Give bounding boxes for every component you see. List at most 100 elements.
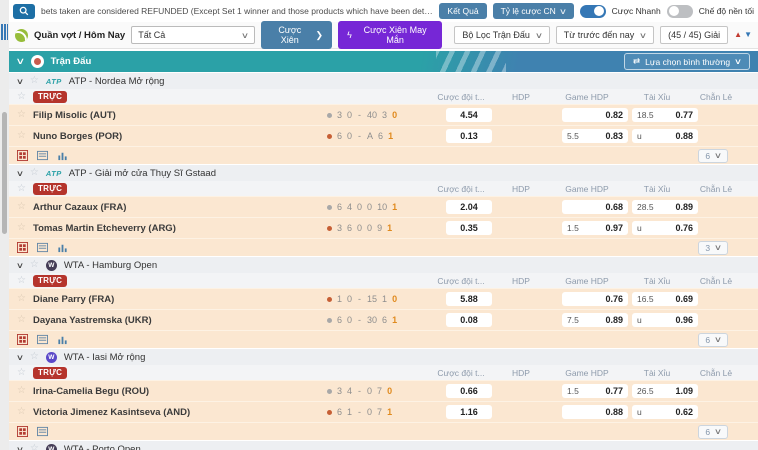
player-row: ☆ Dayana Yastremska (UKR) 6 0-30 6 1 0.08 7.5 0.… [9,309,758,330]
odds-column-headers: Cược đội t... HDP Game HDP Tài Xỉu Chẵn Lẻ [430,276,742,286]
parlay-button[interactable]: Cược Xiên ❯ [261,21,333,49]
league-count-chip[interactable]: (45 / 45) Giải [660,26,729,44]
game-hdp-odds-button[interactable]: 0.88 [562,405,628,419]
favorite-star-icon[interactable]: ☆ [17,386,26,396]
game-hdp-odds-button[interactable]: 0.68 [562,200,628,214]
tennis-ball-icon [15,28,28,42]
match-filter-dropdown[interactable]: Bộ Lọc Trận Đấu ∨ [454,26,550,44]
chevron-down-icon[interactable]: ∨ [16,445,24,450]
all-filter-dropdown[interactable]: Tất Cả ∨ [131,26,256,44]
bet-grid-icon[interactable] [17,334,28,345]
league-header[interactable]: ∨ ☆ ATP ATP - Nordea Mở rộng [9,73,758,89]
chevron-down-icon[interactable]: ∨ [16,77,24,86]
moneyline-odds-button[interactable]: 2.04 [446,200,492,214]
results-button[interactable]: Kết Quả [439,3,487,19]
over-under-odds-button[interactable]: u 0.76 [632,221,698,235]
game-hdp-odds-button[interactable]: 1.5 0.97 [562,221,628,235]
over-under-odds-button[interactable]: u 0.62 [632,405,698,419]
lucky-parlay-button[interactable]: ϟ Cược Xiên May Mắn [338,21,443,49]
league-name: ATP - Giải mở cửa Thụy Sĩ Gstaad [68,167,217,179]
favorite-star-icon[interactable]: ☆ [30,444,39,450]
over-under-odds-button[interactable]: 18.5 0.77 [632,108,698,122]
over-under-odds-button[interactable]: 28.5 0.89 [632,200,698,214]
score-value: - [358,407,362,417]
moneyline-odds-button[interactable]: 0.13 [446,129,492,143]
league-header[interactable]: ∨ ☆ W WTA - Porto Open [9,441,758,450]
sort-leagues-icon[interactable]: ▲ ▼ [734,31,752,39]
serve-indicator-icon [327,409,332,415]
game-hdp-odds-button[interactable]: 7.5 0.89 [562,313,628,327]
favorite-star-icon[interactable]: ☆ [30,352,39,362]
odds-columns: 5.88 0.76 16.5 0.69 [438,292,750,306]
quick-bet-toggle[interactable] [579,4,606,18]
favorite-star-icon[interactable]: ☆ [17,294,26,304]
favorite-star-icon[interactable]: ☆ [17,223,26,233]
serve-indicator-icon [327,133,332,139]
moneyline-odds-button[interactable]: 0.66 [446,384,492,398]
score-value: 0 [347,110,353,120]
score-value: - [358,294,362,304]
moneyline-odds-button[interactable]: 0.35 [446,221,492,235]
moneyline-odds-button[interactable]: 0.08 [446,313,492,327]
game-hdp-odds-button[interactable]: 0.82 [562,108,628,122]
search-button[interactable] [13,3,35,19]
favorite-star-icon[interactable]: ☆ [17,91,26,102]
over-under-odds-button[interactable]: 16.5 0.69 [632,292,698,306]
more-bets-button[interactable]: 6 ∨ [698,424,728,439]
bar-chart-icon[interactable] [57,334,68,345]
league-header[interactable]: ∨ ☆ W WTA - Hamburg Open [9,257,758,273]
favorite-star-icon[interactable]: ☆ [30,76,39,86]
league-logo-icon: ATP [45,168,62,178]
favorite-star-icon[interactable]: ☆ [17,275,26,286]
bet-grid-icon[interactable] [17,150,28,161]
chevron-down-icon: ∨ [241,30,250,40]
time-filter-dropdown[interactable]: Từ trước đến nay ∨ [555,26,655,44]
chevron-down-icon[interactable]: ∨ [16,353,24,362]
more-bets-button[interactable]: 3 ∨ [698,240,728,255]
toggle-knob [668,6,679,16]
bet-grid-icon[interactable] [17,242,28,253]
favorite-star-icon[interactable]: ☆ [17,315,26,325]
chevron-down-icon[interactable]: ∨ [15,56,25,67]
chevron-down-icon[interactable]: ∨ [16,261,24,270]
odds-type-dropdown[interactable]: Tỷ lệ cược CN ∨ [492,3,574,19]
stats-list-icon[interactable] [37,242,48,253]
favorite-star-icon[interactable]: ☆ [17,407,26,417]
game-hdp-odds: 0.97 [605,223,623,233]
game-hdp-odds-button[interactable]: 5.5 0.83 [562,129,628,143]
favorite-star-icon[interactable]: ☆ [17,131,26,141]
left-scrollbar[interactable] [0,0,9,450]
stats-list-icon[interactable] [37,426,48,437]
over-under-odds: 0.76 [675,223,693,233]
column-header: Tài Xỉu [643,183,671,194]
chevron-down-icon[interactable]: ∨ [16,169,24,178]
over-under-odds-button[interactable]: 26.5 1.09 [632,384,698,398]
favorite-star-icon[interactable]: ☆ [17,367,26,378]
more-bets-button[interactable]: 6 ∨ [698,332,728,347]
moneyline-odds-button[interactable]: 1.16 [446,405,492,419]
game-hdp-odds-button[interactable]: 0.76 [562,292,628,306]
favorite-star-icon[interactable]: ☆ [17,202,26,212]
favorite-star-icon[interactable]: ☆ [30,260,39,270]
column-header: Cược đội t... [437,91,485,102]
game-hdp-odds-button[interactable]: 1.5 0.77 [562,384,628,398]
scrollbar-thumb[interactable] [2,112,7,234]
favorite-star-icon[interactable]: ☆ [30,168,39,178]
league-header[interactable]: ∨ ☆ W WTA - Iasi Mở rộng [9,349,758,365]
more-bets-button[interactable]: 6 ∨ [698,148,728,163]
bar-chart-icon[interactable] [57,150,68,161]
dark-mode-toggle[interactable] [666,4,693,18]
favorite-star-icon[interactable]: ☆ [17,183,26,194]
moneyline-odds-button[interactable]: 4.54 [446,108,492,122]
stats-list-icon[interactable] [37,334,48,345]
over-under-odds-button[interactable]: u 0.88 [632,129,698,143]
bet-grid-icon[interactable] [17,426,28,437]
league-header[interactable]: ∨ ☆ ATP ATP - Giải mở cửa Thụy Sĩ Gstaad [9,165,758,181]
favorite-star-icon[interactable]: ☆ [17,110,26,120]
view-mode-dropdown[interactable]: ⇄ Lựa chọn bình thường ∨ [624,53,750,70]
over-under-odds-button[interactable]: u 0.96 [632,313,698,327]
stats-list-icon[interactable] [37,150,48,161]
moneyline-odds-button[interactable]: 5.88 [446,292,492,306]
game-hdp-odds: 0.68 [605,202,623,212]
bar-chart-icon[interactable] [57,242,68,253]
